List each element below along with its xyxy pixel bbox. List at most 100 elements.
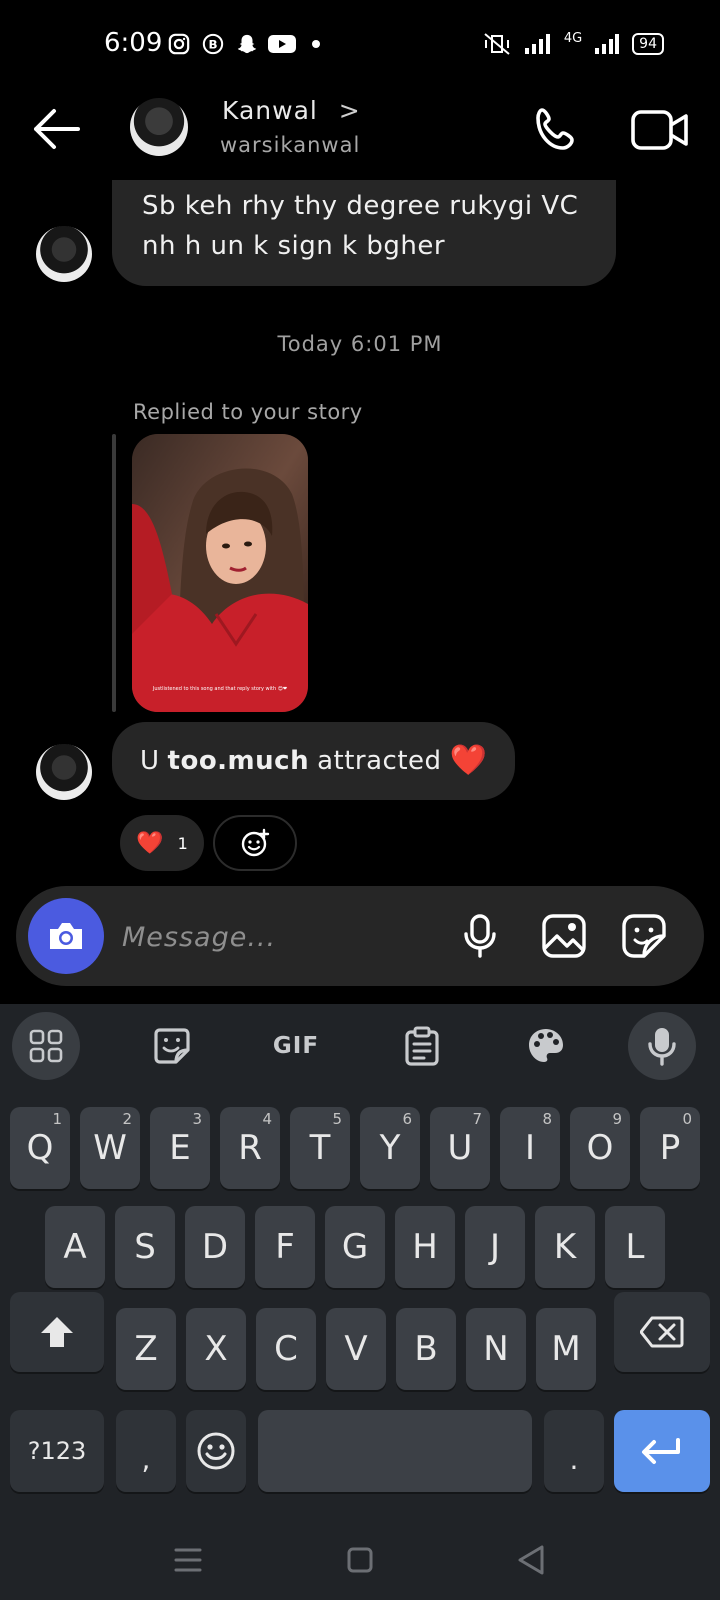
keyboard [0, 1004, 720, 1600]
home-nav-icon[interactable] [340, 1540, 380, 1580]
key-y[interactable]: Y6 [360, 1107, 420, 1189]
gallery-icon[interactable] [540, 912, 588, 960]
key-r[interactable]: R4 [220, 1107, 280, 1189]
key-m[interactable]: M [536, 1308, 596, 1390]
key-label: P [659, 1128, 681, 1168]
key-w[interactable]: W2 [80, 1107, 140, 1189]
instagram-icon [168, 33, 190, 55]
gif-label: GIF [272, 1033, 320, 1059]
story-caption: Justlistened to this song and that reply… [152, 686, 288, 692]
message-input[interactable] [122, 916, 442, 958]
key-label: W [93, 1128, 127, 1168]
key-number-hint: 3 [192, 1110, 202, 1128]
microphone-icon [648, 1028, 676, 1066]
comma-key[interactable]: , [116, 1410, 176, 1492]
add-reaction-button[interactable] [213, 815, 297, 871]
mute-vibrate-icon [484, 33, 510, 55]
chevron-right-icon: > [338, 96, 361, 125]
key-label: U [447, 1128, 473, 1168]
message-bubble[interactable]: Sb keh rhy thy degree rukygi VC nh h un … [112, 180, 616, 286]
key-i[interactable]: I8 [500, 1107, 560, 1189]
key-number-hint: 4 [262, 1110, 272, 1128]
phone-call-icon[interactable] [530, 104, 582, 156]
snapchat-icon [237, 34, 257, 54]
contact-avatar[interactable] [130, 98, 188, 156]
heart-reaction-icon: ❤️ [136, 830, 164, 856]
camera-button[interactable] [28, 898, 104, 974]
status-time: 6:09 [104, 28, 163, 58]
key-e[interactable]: E3 [150, 1107, 210, 1189]
message-bubble[interactable]: U too.much attracted ❤️ [112, 722, 516, 800]
story-thumbnail[interactable]: Justlistened to this song and that reply… [132, 434, 308, 712]
key-number-hint: 7 [472, 1110, 482, 1128]
space-key[interactable] [258, 1410, 532, 1492]
key-label: R [238, 1128, 262, 1168]
key-label: O [586, 1128, 614, 1168]
microphone-icon[interactable] [456, 912, 504, 960]
key-c[interactable]: C [256, 1308, 316, 1390]
menu-nav-icon[interactable] [168, 1540, 208, 1580]
emoji-key[interactable] [186, 1410, 246, 1492]
contact-name-text: Kanwal [222, 96, 318, 125]
sticker-icon [154, 1028, 190, 1064]
key-label: Y [379, 1128, 401, 1168]
key-number-hint: 0 [682, 1110, 692, 1128]
reaction-pill[interactable]: ❤️ 1 [120, 815, 204, 871]
signal-icon [524, 34, 550, 54]
shift-key[interactable] [10, 1292, 104, 1372]
key-number-hint: 5 [332, 1110, 342, 1128]
gif-button[interactable]: GIF [262, 1012, 330, 1080]
video-call-icon[interactable] [630, 104, 690, 156]
backspace-key[interactable] [614, 1292, 710, 1372]
contact-username: warsikanwal [220, 133, 361, 157]
camera-icon [50, 923, 82, 949]
signal-2-icon [595, 34, 620, 54]
keyboard-sticker-button[interactable] [138, 1012, 206, 1080]
key-f[interactable]: F [255, 1206, 315, 1288]
notification-dot-icon [312, 40, 320, 48]
back-arrow-icon[interactable] [30, 105, 82, 153]
key-o[interactable]: O9 [570, 1107, 630, 1189]
key-z[interactable]: Z [116, 1308, 176, 1390]
story-photo [132, 434, 308, 712]
message-timestamp: Today 6:01 PM [277, 332, 443, 356]
key-v[interactable]: V [326, 1308, 386, 1390]
b-app-icon: B [202, 33, 224, 55]
key-q[interactable]: Q1 [10, 1107, 70, 1189]
key-x[interactable]: X [186, 1308, 246, 1390]
key-d[interactable]: D [185, 1206, 245, 1288]
key-label: I [524, 1128, 536, 1168]
palette-icon [529, 1029, 563, 1062]
reaction-count: 1 [177, 833, 188, 853]
key-t[interactable]: T5 [290, 1107, 350, 1189]
key-j[interactable]: J [465, 1206, 525, 1288]
period-key[interactable]: . [544, 1410, 604, 1492]
back-nav-icon[interactable] [512, 1540, 552, 1580]
sticker-icon[interactable] [620, 912, 668, 960]
key-u[interactable]: U7 [430, 1107, 490, 1189]
svg-text:B: B [208, 38, 217, 52]
key-k[interactable]: K [535, 1206, 595, 1288]
key-h[interactable]: H [395, 1206, 455, 1288]
message-text: U [140, 746, 160, 776]
key-n[interactable]: N [466, 1308, 526, 1390]
voice-typing-button[interactable] [628, 1012, 696, 1080]
symbols-key[interactable]: ?123 [10, 1410, 104, 1492]
apps-grid-button[interactable] [12, 1012, 80, 1080]
sender-avatar[interactable] [36, 226, 92, 282]
key-number-hint: 2 [122, 1110, 132, 1128]
sender-avatar[interactable] [36, 744, 92, 800]
key-number-hint: 1 [52, 1110, 62, 1128]
theme-button[interactable] [512, 1012, 580, 1080]
key-b[interactable]: B [396, 1308, 456, 1390]
clipboard-button[interactable] [388, 1012, 456, 1080]
key-s[interactable]: S [115, 1206, 175, 1288]
key-l[interactable]: L [605, 1206, 665, 1288]
network-type: 4G [563, 30, 583, 46]
key-a[interactable]: A [45, 1206, 105, 1288]
status-icons: 4G 94 [482, 30, 664, 56]
key-p[interactable]: P0 [640, 1107, 700, 1189]
contact-name[interactable]: Kanwal > [222, 96, 361, 125]
key-g[interactable]: G [325, 1206, 385, 1288]
enter-key[interactable] [614, 1410, 710, 1492]
